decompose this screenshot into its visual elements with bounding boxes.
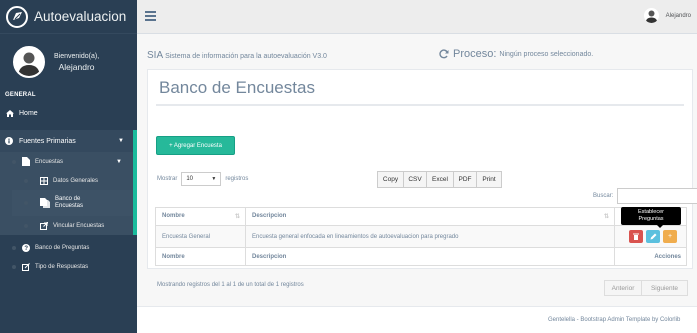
sidebar: Autoevaluacion Bienvenido(a), Alejandro … [0,0,137,333]
top-nav: Alejandro [137,0,697,34]
column-header-descripcion[interactable]: Descripcion ⇅ [245,207,615,226]
sidebar-item-label: Banco de [55,196,81,202]
brand[interactable]: Autoevaluacion [0,0,137,34]
csv-button[interactable]: CSV [404,171,427,188]
external-link-icon [40,221,48,230]
chevron-down-icon: ▼ [116,158,122,165]
info-circle-icon [5,137,13,145]
sidebar-item-label: Datos Generales [53,177,99,184]
brand-logo-icon [6,5,28,28]
svg-text:?: ? [24,246,28,252]
footer-descripcion: Descripcion [245,247,615,266]
section-title: GENERAL [5,92,36,98]
delete-button[interactable] [629,230,643,243]
user-name: Alejandro [665,12,691,19]
sidebar-item-home[interactable]: Home [0,107,137,119]
footer-credit: Gentelella - Bootstrap Admin Template by… [548,317,681,323]
page-title: Banco de Encuestas [159,78,315,97]
column-header-nombre[interactable]: Nombre ⇅ [155,207,246,226]
tooltip-establecer-preguntas: Establecer Preguntas [621,207,681,228]
file-icon [22,157,30,166]
pdf-button[interactable]: PDF [454,171,477,188]
add-encuesta-button[interactable]: + Agregar Encuesta [156,136,235,155]
table-info: Mostrando registros del 1 al 1 de un tot… [157,282,304,288]
copy-icon [40,198,50,208]
footer: Gentelella - Bootstrap Admin Template by… [137,306,697,333]
welcome-text: Bienvenido(a), [54,53,100,60]
sidebar-item-label: Home [19,109,38,117]
chevron-down-icon: ▼ [118,138,124,144]
sidebar-item-fuentes-primarias[interactable]: Fuentes Primarias ▼ [0,130,137,152]
panel-banco-encuestas: Banco de Encuestas + Agregar Encuesta Mo… [147,69,697,296]
print-button[interactable]: Print [477,171,502,188]
pagination: Anterior Siguiente [604,280,688,296]
export-buttons: Copy CSV Excel PDF Print [377,171,502,188]
sidebar-item-datos-generales[interactable]: Datos Generales [12,171,133,190]
plus-icon: + [667,233,673,240]
cell-acciones: + [614,225,687,248]
edit-button[interactable] [646,230,660,243]
sidebar-item-banco-encuestas[interactable]: Banco de Encuestas [12,190,133,216]
pencil-icon [650,233,656,240]
previous-page-button[interactable]: Anterior [604,280,642,296]
footer-acciones: Acciones [614,247,687,266]
cell-nombre: Encuesta General [155,225,246,248]
brand-title: Autoevaluacion [34,9,127,24]
footer-nombre: Nombre [155,247,246,266]
encuestas-table: Nombre ⇅ Descripcion ⇅ Encuesta General En… [155,207,687,266]
copy-button[interactable]: Copy [377,171,404,188]
page-length-select[interactable]: 10 ▼ [181,172,222,186]
edit-icon [22,262,30,271]
add-questions-button[interactable]: + [663,230,677,243]
avatar [13,46,45,78]
sidebar-item-label: Encuestas [55,203,84,209]
trash-icon [633,233,639,240]
sidebar-item-encuestas[interactable]: Encuestas ▼ [0,152,133,171]
search-control: Buscar: [593,188,697,204]
sidebar-item-tipo-respuestas[interactable]: Tipo de Respuestas [0,257,137,276]
home-icon [6,109,14,117]
table-row: Encuesta General Encuesta general enfoca… [155,225,687,248]
question-circle-icon: ? [22,243,30,252]
caret-down-icon: ▼ [211,176,217,182]
excel-button[interactable]: Excel [427,171,454,188]
page-length-control: Mostrar 10 ▼ registros [157,172,248,186]
proceso-status: Proceso: Ningún proceso seleccionado. [439,48,593,60]
table-icon [40,176,48,185]
avatar [643,8,659,23]
next-page-button[interactable]: Siguiente [642,280,688,296]
sidebar-item-label: Fuentes Primarias [19,137,76,145]
user-menu[interactable]: Alejandro [643,8,691,23]
sidebar-item-label: Banco de Preguntas [35,244,90,251]
menu-toggle-icon[interactable] [145,11,156,23]
sidebar-item-label: Vincular Encuestas [53,222,105,229]
sidebar-item-vincular-encuestas[interactable]: Vincular Encuestas [12,216,133,235]
sidebar-item-banco-preguntas[interactable]: ? Banco de Preguntas [0,238,137,257]
system-title: SIA Sistema de información para la autoe… [147,50,327,61]
main-content: SIA Sistema de información para la autoe… [137,35,697,333]
sidebar-item-label: Encuestas [35,158,64,165]
profile: Bienvenido(a), Alejandro [0,40,137,84]
sidebar-item-label: Tipo de Respuestas [35,263,89,270]
profile-name: Alejandro [58,62,95,72]
cell-descripcion: Encuesta general enfocada en lineamiento… [245,225,615,248]
search-input[interactable] [617,188,697,204]
refresh-icon [439,49,449,59]
